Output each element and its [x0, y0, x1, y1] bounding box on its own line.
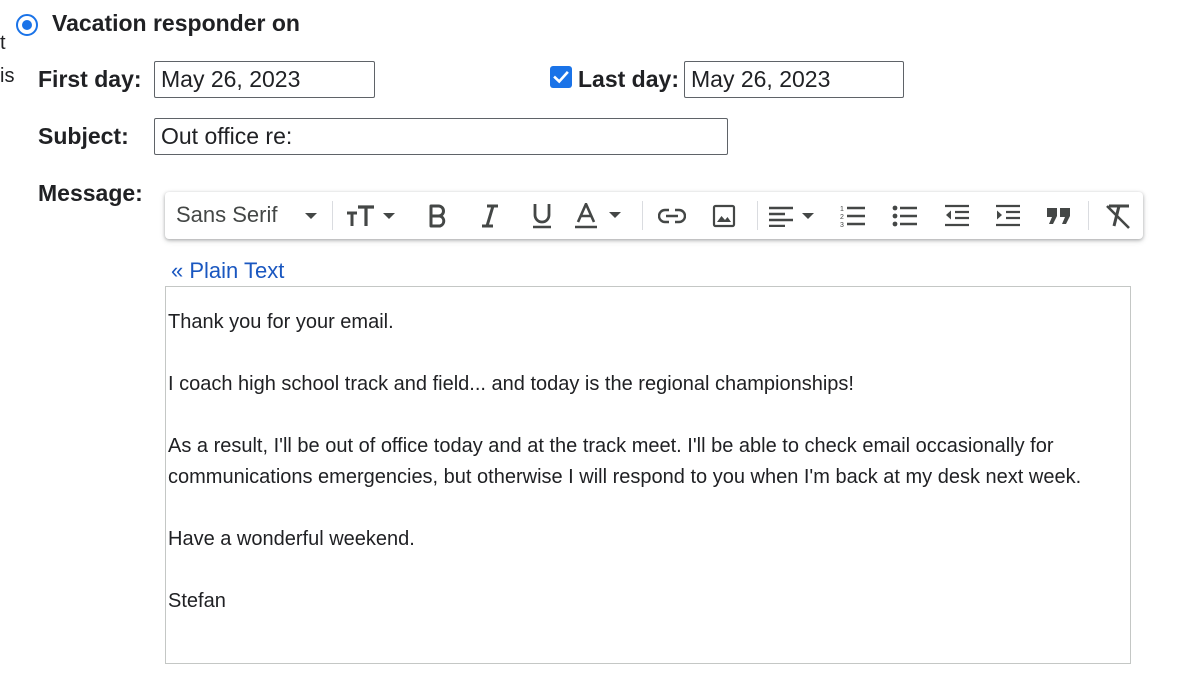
insert-link-button[interactable] — [648, 192, 696, 239]
text-color-icon — [575, 202, 621, 228]
cut-off-text-1: t — [0, 32, 6, 54]
indent-more-button[interactable] — [984, 192, 1032, 239]
subject-input[interactable] — [154, 118, 728, 155]
vacation-on-radio[interactable] — [16, 14, 38, 36]
svg-text:3: 3 — [840, 222, 844, 228]
last-day-label: Last day: — [578, 66, 679, 92]
last-day-input[interactable] — [684, 61, 904, 98]
svg-text:1: 1 — [840, 206, 844, 213]
remove-formatting-button[interactable] — [1094, 192, 1142, 239]
indent-more-icon — [996, 204, 1020, 226]
message-paragraph: Stefan — [168, 590, 226, 612]
remove-formatting-icon — [1106, 204, 1130, 229]
font-family-dropdown[interactable]: Sans Serif — [165, 192, 327, 239]
underline-button[interactable] — [518, 192, 566, 239]
bulleted-list-icon — [892, 205, 917, 226]
svg-text:2: 2 — [840, 214, 844, 221]
bold-button[interactable] — [414, 192, 462, 239]
toolbar-separator — [642, 201, 643, 230]
vacation-responder-panel: t is Vacation responder on First day: La… — [0, 0, 1200, 691]
link-icon — [658, 208, 686, 223]
italic-icon — [482, 204, 498, 227]
bulleted-list-button[interactable] — [881, 192, 929, 239]
insert-image-button[interactable] — [700, 192, 748, 239]
font-size-icon — [347, 204, 395, 226]
bold-icon — [429, 204, 446, 227]
underline-icon — [533, 203, 551, 228]
formatting-toolbar: Sans Serif 1 2 3 — [165, 192, 1143, 239]
message-label: Message: — [38, 180, 143, 206]
align-icon — [769, 206, 814, 227]
cut-off-text-2: is — [0, 65, 15, 87]
message-editor[interactable]: Thank you for your email. I coach high s… — [165, 286, 1131, 664]
first-day-label: First day: — [38, 66, 142, 92]
checkmark-icon — [553, 70, 569, 84]
toolbar-separator — [1088, 201, 1089, 230]
message-paragraph: Thank you for your email. — [168, 311, 394, 333]
first-day-input[interactable] — [154, 61, 375, 98]
toolbar-separator — [332, 201, 333, 230]
subject-label: Subject: — [38, 123, 129, 149]
numbered-list-icon: 1 2 3 — [840, 206, 865, 228]
last-day-checkbox[interactable] — [550, 66, 572, 88]
vacation-on-label: Vacation responder on — [52, 10, 300, 36]
indent-less-icon — [945, 204, 969, 226]
message-paragraph: As a result, I'll be out of office today… — [168, 435, 1082, 488]
chevron-down-icon — [305, 213, 317, 219]
italic-button[interactable] — [466, 192, 514, 239]
toolbar-separator — [757, 201, 758, 230]
message-paragraph: I coach high school track and field... a… — [168, 373, 854, 395]
font-family-label: Sans Serif — [176, 202, 278, 227]
quote-icon — [1047, 207, 1070, 224]
image-icon — [712, 204, 736, 227]
align-dropdown[interactable] — [763, 192, 823, 239]
indent-less-button[interactable] — [933, 192, 981, 239]
quote-button[interactable] — [1035, 192, 1083, 239]
text-color-button[interactable] — [570, 192, 630, 239]
plain-text-link[interactable]: « Plain Text — [171, 258, 284, 284]
message-paragraph: Have a wonderful weekend. — [168, 528, 415, 550]
numbered-list-button[interactable]: 1 2 3 — [829, 192, 877, 239]
font-size-button[interactable] — [341, 192, 401, 239]
